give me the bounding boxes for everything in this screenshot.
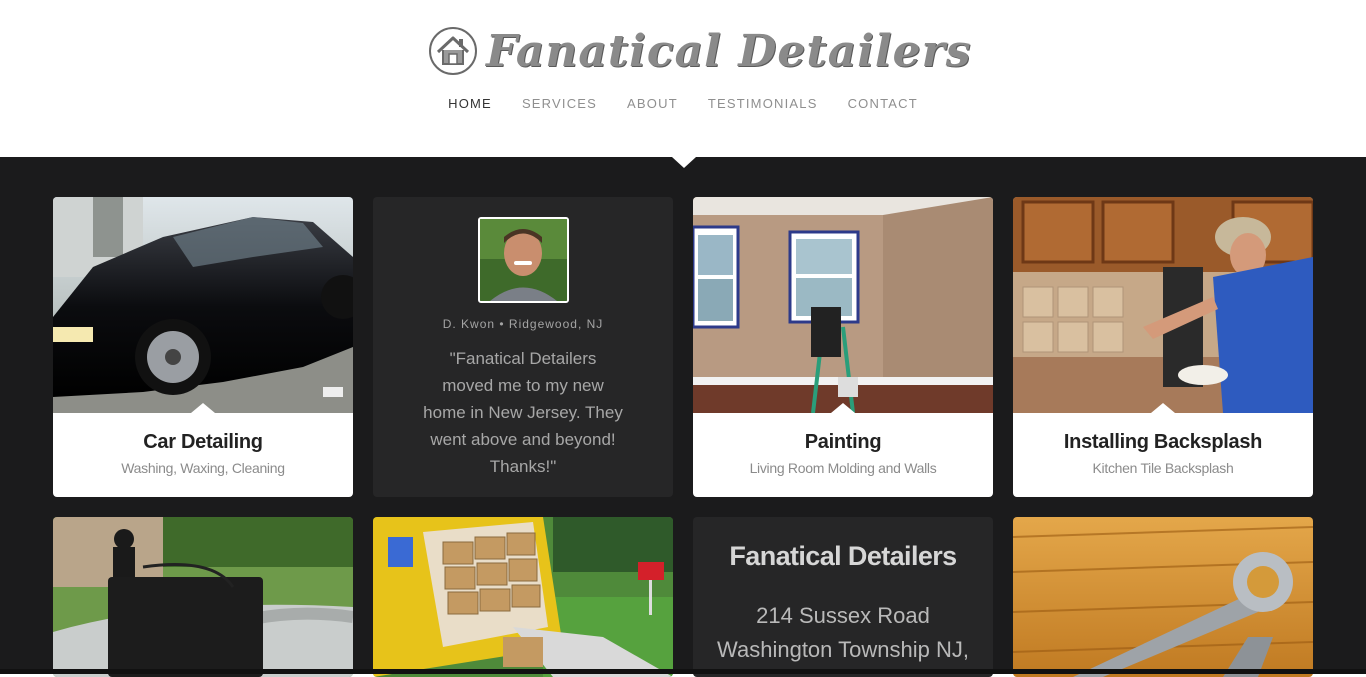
house-icon <box>429 27 477 75</box>
testimonial-quote: "Fanatical Detailers moved me to my new … <box>423 349 623 476</box>
caption-notch <box>1151 403 1175 413</box>
testimonial-author: D. Kwon • Ridgewood, NJ <box>442 317 604 331</box>
address-line-2: Washington Township NJ, <box>717 637 969 662</box>
tile-title: Installing Backsplash <box>1063 431 1263 453</box>
backsplash-photo <box>1013 197 1313 413</box>
portfolio-grid: Car Detailing Washing, Waxing, Cleaning … <box>0 157 1366 677</box>
photo-tile-moving-truck[interactable] <box>373 517 673 677</box>
nav-services[interactable]: SERVICES <box>507 96 612 111</box>
tile-subtitle: Washing, Waxing, Cleaning <box>121 460 285 476</box>
nav-contact[interactable]: CONTACT <box>833 96 933 111</box>
tile-title: Car Detailing <box>143 431 263 453</box>
contact-tile: Fanatical Detailers 214 Sussex Road Wash… <box>693 517 993 677</box>
photo-tile-wrench[interactable] <box>1013 517 1313 677</box>
mailbox-photo <box>53 517 353 677</box>
caption: Painting Living Room Molding and Walls <box>693 403 993 497</box>
wrench-photo <box>1013 517 1313 677</box>
tile-subtitle: Kitchen Tile Backsplash <box>1092 460 1234 476</box>
site-title: Fanatical Detailers <box>486 25 972 77</box>
caption-notch <box>831 403 855 413</box>
tile-subtitle: Living Room Molding and Walls <box>749 460 937 476</box>
main-nav: HOME SERVICES ABOUT TESTIMONIALS CONTACT <box>0 96 1366 111</box>
nav-home[interactable]: HOME <box>433 96 507 111</box>
site-header: Fanatical Detailers HOME SERVICES ABOUT … <box>0 0 1366 157</box>
caption-notch <box>191 403 215 413</box>
customer-avatar <box>478 217 569 303</box>
caption: Car Detailing Washing, Waxing, Cleaning <box>53 403 353 497</box>
caption: Installing Backsplash Kitchen Tile Backs… <box>1013 403 1313 497</box>
testimonial-tile: D. Kwon • Ridgewood, NJ "Fanatical Detai… <box>373 197 673 497</box>
nav-testimonials[interactable]: TESTIMONIALS <box>693 96 833 111</box>
nav-about[interactable]: ABOUT <box>612 96 693 111</box>
business-address: 214 Sussex Road Washington Township NJ, <box>693 599 993 667</box>
site-logo[interactable]: Fanatical Detailers <box>428 22 972 80</box>
tile-title: Painting <box>804 431 882 453</box>
photo-tile-mailbox[interactable] <box>53 517 353 677</box>
bottom-shadow <box>0 669 1366 674</box>
service-tile-car-detailing[interactable]: Car Detailing Washing, Waxing, Cleaning <box>53 197 353 497</box>
service-tile-backsplash[interactable]: Installing Backsplash Kitchen Tile Backs… <box>1013 197 1313 497</box>
service-tile-painting[interactable]: Painting Living Room Molding and Walls <box>693 197 993 497</box>
business-name: Fanatical Detailers <box>729 541 957 571</box>
moving-truck-photo <box>373 517 673 677</box>
nav-pointer <box>672 157 696 168</box>
painting-photo <box>693 197 993 413</box>
car-photo <box>53 197 353 413</box>
address-line-1: 214 Sussex Road <box>756 603 930 628</box>
